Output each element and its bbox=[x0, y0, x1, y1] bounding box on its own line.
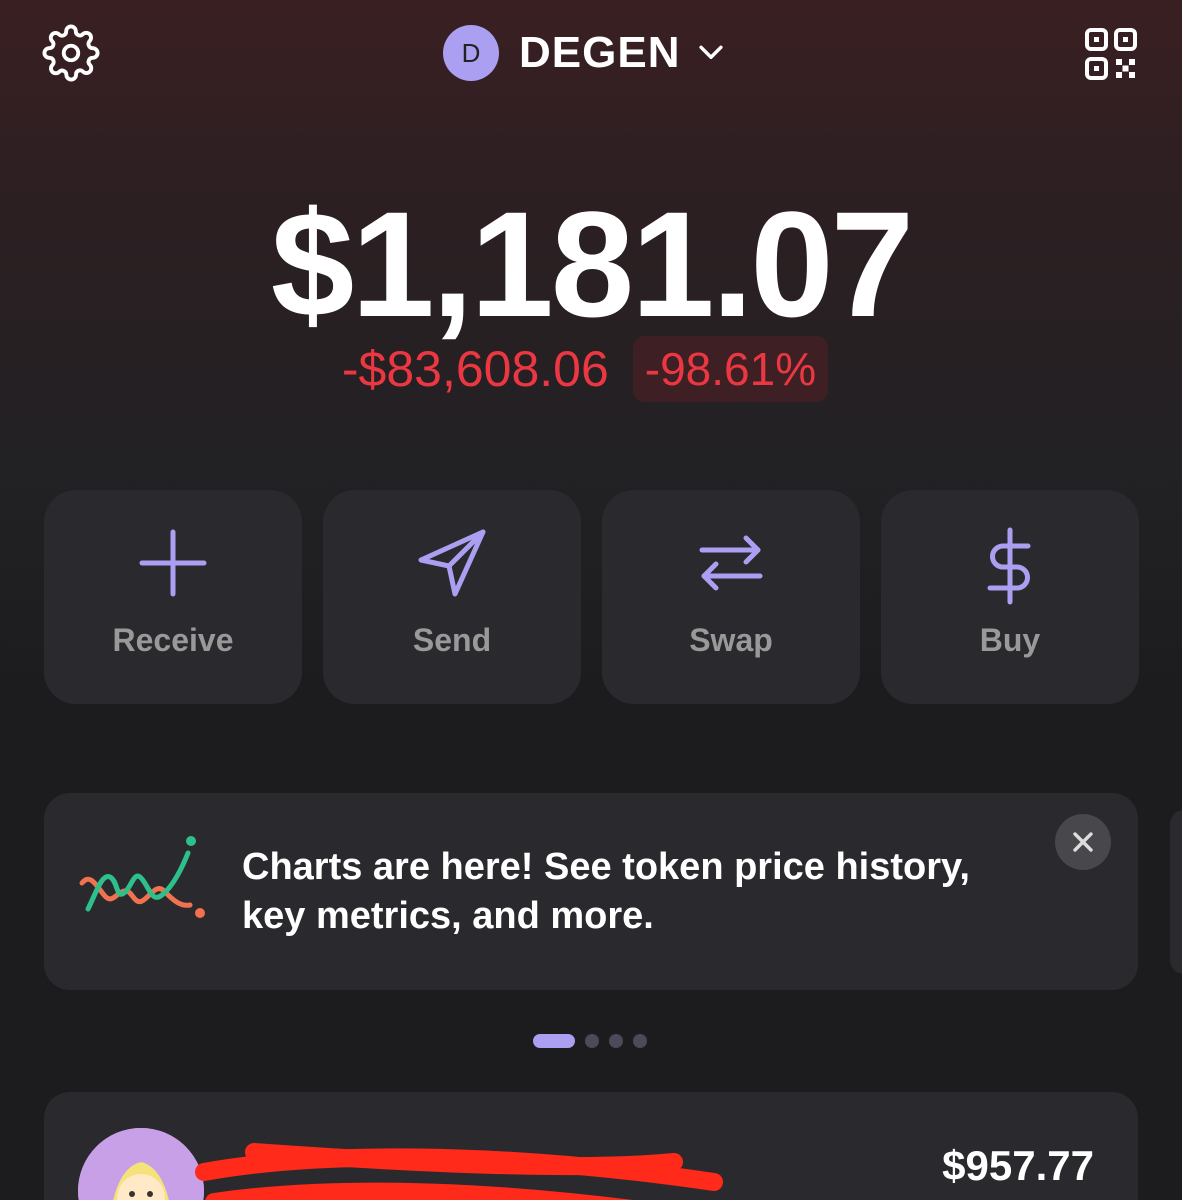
account-avatar: D bbox=[443, 25, 499, 81]
balance-change: -$83,608.06 -98.61% bbox=[0, 336, 1182, 402]
token-row[interactable]: $957.77 bbox=[44, 1092, 1138, 1200]
pagination-dot-active[interactable] bbox=[533, 1034, 575, 1048]
pagination-dot[interactable] bbox=[585, 1034, 599, 1048]
charts-promo-card[interactable]: Charts are here! See token price history… bbox=[44, 793, 1138, 990]
pagination-dot[interactable] bbox=[609, 1034, 623, 1048]
token-avatar-image bbox=[78, 1128, 204, 1200]
pagination-dot[interactable] bbox=[633, 1034, 647, 1048]
swap-icon bbox=[699, 535, 763, 591]
qr-code-button[interactable] bbox=[1083, 26, 1139, 82]
top-bar: D DEGEN bbox=[0, 0, 1182, 110]
qr-code-icon bbox=[1085, 28, 1137, 80]
account-name: DEGEN bbox=[519, 28, 681, 77]
chevron-down-icon bbox=[699, 45, 724, 59]
carousel-pagination bbox=[533, 1034, 647, 1048]
promo-close-button[interactable] bbox=[1055, 814, 1111, 870]
receive-button[interactable]: Receive bbox=[44, 490, 302, 704]
dollar-icon bbox=[987, 527, 1031, 605]
buy-label: Buy bbox=[979, 622, 1041, 658]
send-icon bbox=[418, 529, 486, 597]
plus-icon bbox=[139, 529, 207, 597]
change-percent-badge: -98.61% bbox=[632, 336, 829, 402]
swap-button[interactable]: Swap bbox=[602, 490, 860, 704]
promo-message: Charts are here! See token price history… bbox=[242, 846, 970, 937]
token-value: $957.77 bbox=[942, 1142, 1094, 1189]
account-switcher[interactable]: D DEGEN bbox=[443, 24, 728, 82]
token-avatar bbox=[78, 1128, 204, 1200]
close-icon bbox=[1073, 832, 1093, 852]
next-promo-card-peek[interactable] bbox=[1170, 810, 1182, 974]
buy-button[interactable]: Buy bbox=[881, 490, 1139, 704]
total-balance: $1,181.07 bbox=[270, 180, 914, 348]
chart-squiggle-icon bbox=[79, 836, 205, 918]
redaction-scribble bbox=[195, 1143, 723, 1200]
swap-label: Swap bbox=[689, 622, 773, 658]
settings-button[interactable] bbox=[42, 24, 100, 82]
receive-label: Receive bbox=[112, 622, 234, 658]
send-button[interactable]: Send bbox=[323, 490, 581, 704]
send-label: Send bbox=[412, 622, 492, 658]
gear-icon bbox=[42, 24, 100, 82]
change-amount: -$83,608.06 bbox=[341, 341, 609, 397]
